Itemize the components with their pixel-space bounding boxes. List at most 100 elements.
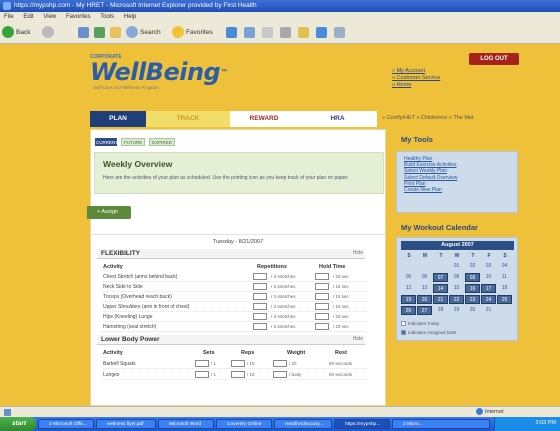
stop-icon[interactable]: [78, 27, 89, 38]
search-button[interactable]: Search: [126, 26, 161, 40]
table-row: Neck Side to Side / 3 stretches / 15 sec: [103, 283, 367, 292]
taskbar-button[interactable]: Coventry Online: [216, 419, 272, 429]
repetitions-input[interactable]: [253, 303, 267, 310]
calendar-day[interactable]: 20: [417, 295, 432, 304]
calendar-day[interactable]: 16: [465, 284, 480, 293]
taskbar-button[interactable]: https://mypshp...: [334, 419, 390, 429]
calendar-day[interactable]: 19: [401, 295, 416, 304]
back-button[interactable]: Back: [2, 26, 30, 40]
research-icon[interactable]: [334, 27, 345, 38]
tool-link[interactable]: Healthy Plan: [397, 152, 517, 162]
calendar-day[interactable]: 04: [497, 262, 512, 271]
folder-icon[interactable]: [298, 27, 309, 38]
favorites-button[interactable]: Favorites: [172, 26, 213, 40]
subtab-future[interactable]: FUTURE: [121, 138, 145, 146]
logout-button[interactable]: LOG OUT: [469, 53, 519, 65]
menu-edit[interactable]: Edit: [23, 14, 33, 20]
repetitions-input[interactable]: [253, 283, 267, 290]
repetitions-input[interactable]: [253, 313, 267, 320]
brand-logo[interactable]: CORPORATE WellBeing™ Self-Care and Welln…: [90, 54, 228, 90]
calendar-day[interactable]: 14: [433, 284, 448, 293]
menu-tools[interactable]: Tools: [100, 14, 114, 20]
hold-time-input[interactable]: [315, 313, 329, 320]
hold-time-input[interactable]: [315, 303, 329, 310]
repetitions-input[interactable]: [253, 323, 267, 330]
refresh-icon[interactable]: [94, 27, 105, 38]
my-account-link[interactable]: » My Account: [392, 68, 440, 75]
calendar-day[interactable]: 06: [417, 273, 432, 282]
taskbar-button[interactable]: wellness flyer.pdf: [96, 419, 156, 429]
media-icon[interactable]: [226, 27, 237, 38]
calendar-day[interactable]: 13: [417, 284, 432, 293]
subtab-current[interactable]: CURRENT: [95, 138, 118, 146]
assign-button[interactable]: + Assign: [87, 206, 131, 219]
calendar-day[interactable]: 10: [481, 273, 496, 282]
tab-reward[interactable]: REWARD: [230, 111, 298, 127]
mail-icon[interactable]: [262, 27, 273, 38]
sets-input[interactable]: [195, 371, 209, 378]
hold-time-input[interactable]: [315, 293, 329, 300]
tool-link[interactable]: Create New Plan: [397, 187, 517, 193]
subtab-expired[interactable]: EXPIRED: [149, 138, 175, 146]
messenger-icon[interactable]: [316, 27, 327, 38]
home-link[interactable]: » Home: [392, 82, 440, 89]
calendar-day[interactable]: 27: [417, 306, 432, 315]
weight-input[interactable]: [273, 360, 287, 367]
menu-help[interactable]: Help: [124, 14, 136, 20]
calendar-day[interactable]: 22: [449, 295, 464, 304]
calendar-day[interactable]: 26: [401, 306, 416, 315]
history-icon[interactable]: [244, 27, 255, 38]
taskbar-button[interactable]: 2 Micro...: [392, 419, 490, 429]
calendar-day[interactable]: 24: [481, 295, 496, 304]
calendar-day[interactable]: 25: [497, 295, 512, 304]
hold-time-input[interactable]: [315, 283, 329, 290]
weight-input[interactable]: [273, 371, 287, 378]
forward-button[interactable]: [42, 26, 56, 40]
weekday-label: S: [503, 253, 507, 259]
reps-input[interactable]: [231, 371, 245, 378]
sets-input[interactable]: [195, 360, 209, 367]
customer-service-link[interactable]: » Customer Service: [392, 75, 440, 82]
taskbar-button[interactable]: Microsoft Word: [158, 419, 214, 429]
print-icon[interactable]: [280, 27, 291, 38]
calendar-day[interactable]: 09: [465, 273, 480, 282]
calendar-day[interactable]: 02: [465, 262, 480, 271]
menu-favorites[interactable]: Favorites: [66, 14, 91, 20]
tab-plan[interactable]: PLAN: [90, 111, 146, 127]
calendar-day[interactable]: 21: [433, 295, 448, 304]
calendar-day[interactable]: 18: [497, 284, 512, 293]
calendar-day[interactable]: 29: [449, 306, 464, 315]
calendar-month[interactable]: August 2007: [401, 241, 514, 250]
calendar-day[interactable]: 11: [497, 273, 512, 282]
reps-target: / 10: [247, 361, 255, 366]
calendar-day[interactable]: 07: [433, 273, 448, 282]
breadcrumb[interactable]: » Comfy/HET » Childrence » The Met: [382, 115, 474, 121]
calendar-day[interactable]: 23: [465, 295, 480, 304]
calendar-day[interactable]: 17: [481, 284, 496, 293]
menu-file[interactable]: File: [4, 14, 14, 20]
calendar-day[interactable]: 28: [433, 306, 448, 315]
col-sets: Sets: [203, 350, 215, 356]
calendar-day[interactable]: 30: [465, 306, 480, 315]
repetitions-input[interactable]: [253, 293, 267, 300]
hold-time-input[interactable]: [315, 323, 329, 330]
calendar-day[interactable]: 08: [449, 273, 464, 282]
menu-view[interactable]: View: [43, 14, 56, 20]
calendar-day[interactable]: 15: [449, 284, 464, 293]
taskbar-button[interactable]: HealthAdvocacy...: [274, 419, 332, 429]
reps-input[interactable]: [231, 360, 245, 367]
calendar-day[interactable]: 01: [449, 262, 464, 271]
taskbar-button[interactable]: 2 Microsoft Offic...: [38, 419, 94, 429]
repetitions-input[interactable]: [253, 273, 267, 280]
calendar-day[interactable]: 05: [401, 273, 416, 282]
hide-toggle[interactable]: Hide: [353, 250, 363, 256]
calendar-day[interactable]: 31: [481, 306, 496, 315]
calendar-day[interactable]: 12: [401, 284, 416, 293]
home-icon[interactable]: [110, 27, 121, 38]
tab-hra[interactable]: HRA: [298, 111, 377, 127]
tab-track[interactable]: TRACK: [146, 111, 230, 127]
hold-time-input[interactable]: [315, 273, 329, 280]
start-button[interactable]: start: [0, 417, 36, 431]
calendar-day[interactable]: 03: [481, 262, 496, 271]
hide-toggle[interactable]: Hide: [353, 336, 363, 342]
